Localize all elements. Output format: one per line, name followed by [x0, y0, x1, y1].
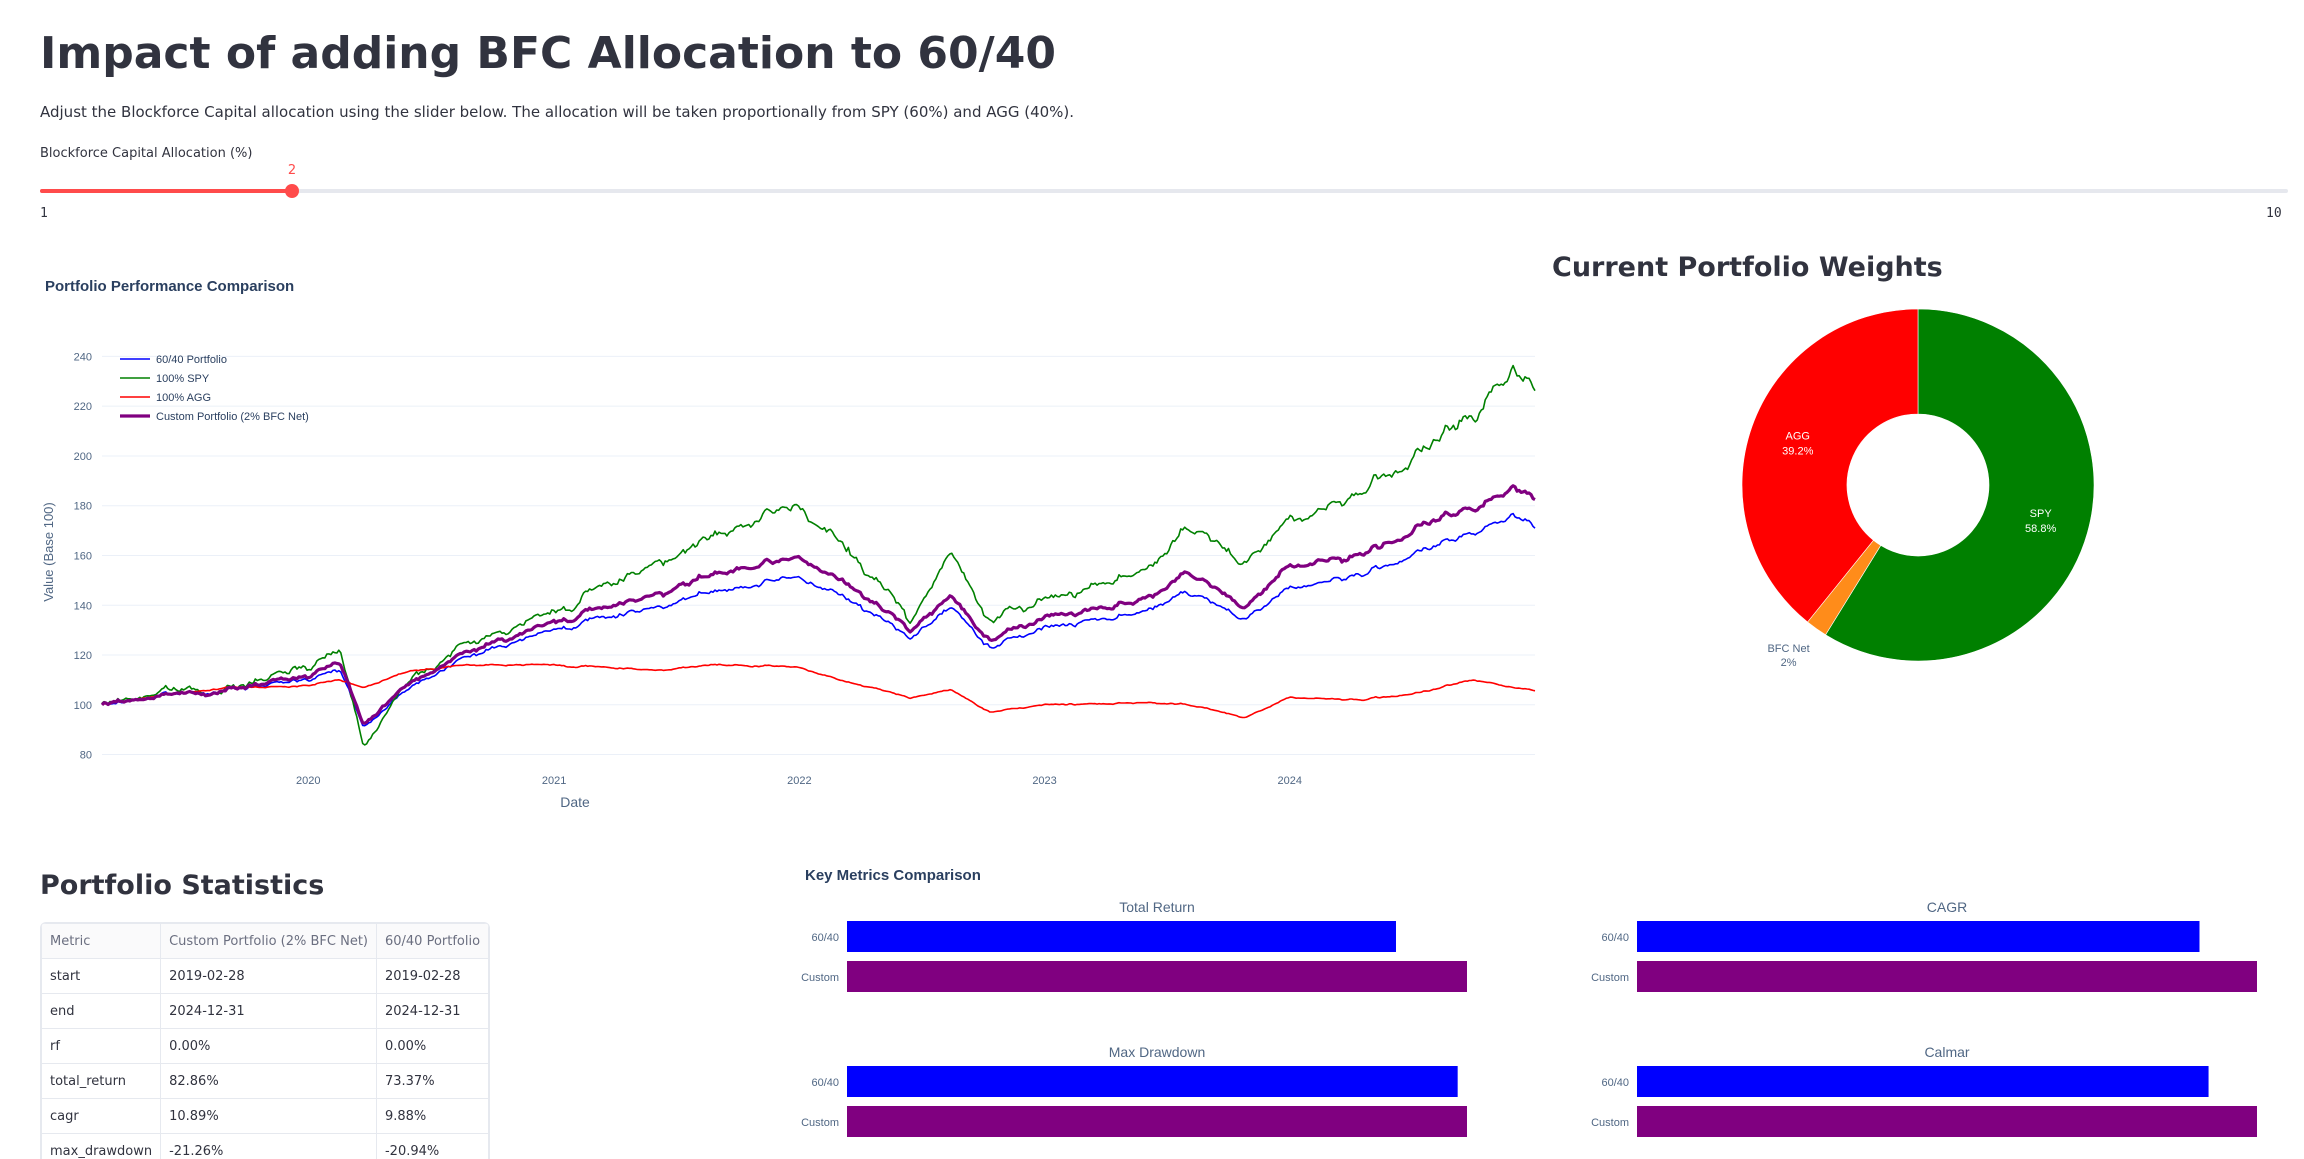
statistics-table-container: Metric Custom Portfolio (2% BFC Net) 60/…	[40, 922, 491, 1159]
series-line[interactable]	[101, 512, 1536, 727]
metric-bar[interactable]	[847, 921, 1396, 952]
metric-panel-title: CAGR	[1927, 899, 1967, 915]
x-tick-label: 2021	[542, 775, 566, 787]
metric-bar[interactable]	[847, 1066, 1458, 1097]
metric-category-label: 60/40	[1601, 932, 1629, 944]
table-cell[interactable]: 0.00%	[375, 1028, 490, 1064]
x-tick-label: 2022	[787, 775, 811, 787]
table-cell[interactable]: 2024-12-31	[160, 993, 377, 1029]
slider-thumb[interactable]	[285, 184, 299, 198]
table-row: start 2019-02-28 2019-02-28	[41, 958, 490, 994]
key-metrics-chart[interactable]: Key Metrics Comparison Total Return 60/40…	[790, 856, 2290, 1159]
metrics-chart-title: Key Metrics Comparison	[805, 867, 981, 884]
column-header[interactable]: Custom Portfolio (2% BFC Net)	[160, 923, 377, 959]
slice-percent: 58.8%	[2025, 523, 2056, 535]
table-cell[interactable]: 82.86%	[160, 1063, 377, 1099]
y-tick-label: 240	[74, 351, 92, 363]
slider-label: Blockforce Capital Allocation (%)	[40, 146, 253, 161]
table-cell[interactable]: 2019-02-28	[160, 958, 377, 994]
x-tick-label: 2020	[296, 775, 320, 787]
slice-label: SPY	[2030, 508, 2053, 520]
x-tick-label: 2024	[1278, 775, 1302, 787]
metric-panel-title: Max Drawdown	[1109, 1044, 1205, 1060]
metric-panel-title: Calmar	[1924, 1044, 1969, 1060]
metric-bar[interactable]	[847, 1106, 1467, 1137]
slice-percent: 39.2%	[1782, 446, 1813, 458]
table-cell[interactable]: start	[41, 958, 162, 994]
series-line[interactable]	[100, 484, 1536, 725]
metric-bar[interactable]	[1637, 921, 2200, 952]
x-tick-label: 2023	[1032, 775, 1056, 787]
slice-percent: 2%	[1781, 657, 1797, 669]
table-cell[interactable]: 73.37%	[375, 1063, 490, 1099]
y-tick-label: 120	[74, 650, 92, 662]
slider-fill	[40, 189, 292, 193]
slider-max-label: 10	[2266, 206, 2282, 221]
y-tick-label: 180	[74, 501, 92, 513]
table-row: cagr 10.89% 9.88%	[41, 1098, 490, 1134]
table-row: max_drawdown -21.26% -20.94%	[41, 1133, 490, 1159]
table-cell[interactable]: max_drawdown	[41, 1133, 162, 1159]
metric-category-label: Custom	[1591, 1117, 1629, 1129]
intro-text: Adjust the Blockforce Capital allocation…	[40, 103, 1075, 121]
y-tick-label: 200	[74, 451, 92, 463]
table-cell[interactable]: end	[41, 993, 162, 1029]
column-header[interactable]: 60/40 Portfolio	[375, 923, 490, 959]
table-cell[interactable]: 9.88%	[375, 1098, 490, 1134]
metric-category-label: Custom	[801, 972, 839, 984]
metric-bar[interactable]	[847, 961, 1467, 992]
metric-category-label: Custom	[1591, 972, 1629, 984]
y-tick-label: 220	[74, 401, 92, 413]
table-cell[interactable]: total_return	[41, 1063, 162, 1099]
metric-category-label: Custom	[801, 1117, 839, 1129]
statistics-title: Portfolio Statistics	[40, 870, 325, 901]
slider-min-label: 1	[40, 206, 48, 221]
y-tick-label: 100	[74, 700, 92, 712]
table-row: total_return 82.86% 73.37%	[41, 1063, 490, 1099]
column-header[interactable]: Metric	[41, 923, 162, 959]
slice-label: BFC Net	[1767, 643, 1809, 655]
table-cell[interactable]: rf	[41, 1028, 162, 1064]
table-row: end 2024-12-31 2024-12-31	[41, 993, 490, 1029]
legend-label[interactable]: 100% AGG	[156, 392, 211, 404]
table-header-row: Metric Custom Portfolio (2% BFC Net) 60/…	[41, 923, 490, 959]
weights-title: Current Portfolio Weights	[1552, 252, 1943, 283]
metric-category-label: 60/40	[1601, 1077, 1629, 1089]
legend-label[interactable]: Custom Portfolio (2% BFC Net)	[156, 411, 309, 423]
table-cell[interactable]: 2019-02-28	[375, 958, 490, 994]
metric-panel-title: Total Return	[1119, 899, 1194, 915]
metric-bar[interactable]	[1637, 961, 2257, 992]
table-cell[interactable]: 10.89%	[160, 1098, 377, 1134]
x-axis-title: Date	[560, 794, 590, 810]
y-axis-title: Value (Base 100)	[41, 502, 56, 602]
table-cell[interactable]: 2024-12-31	[375, 993, 490, 1029]
performance-chart-title: Portfolio Performance Comparison	[45, 278, 294, 295]
allocation-slider[interactable]: 2	[40, 163, 2288, 198]
metric-category-label: 60/40	[811, 932, 839, 944]
slice-label: AGG	[1786, 431, 1810, 443]
performance-chart[interactable]: Portfolio Performance Comparison 80 100 12…	[40, 262, 1540, 822]
slider-value: 2	[287, 163, 297, 178]
weights-pie-chart[interactable]: SPY 58.8% BFC Net 2% AGG 39.2%	[1740, 295, 2140, 675]
page-title: Impact of adding BFC Allocation to 60/40	[40, 28, 1056, 79]
legend-label[interactable]: 100% SPY	[156, 373, 210, 385]
table-cell[interactable]: -21.26%	[160, 1133, 377, 1159]
y-tick-label: 160	[74, 550, 92, 562]
table-cell[interactable]: 0.00%	[160, 1028, 377, 1064]
table-row: rf 0.00% 0.00%	[41, 1028, 490, 1064]
y-tick-label: 80	[80, 750, 92, 762]
metric-bar[interactable]	[1637, 1066, 2209, 1097]
table-cell[interactable]: -20.94%	[375, 1133, 490, 1159]
metric-bar[interactable]	[1637, 1106, 2257, 1137]
metric-category-label: 60/40	[811, 1077, 839, 1089]
table-cell[interactable]: cagr	[41, 1098, 162, 1134]
legend-label[interactable]: 60/40 Portfolio	[156, 354, 227, 366]
statistics-table: Metric Custom Portfolio (2% BFC Net) 60/…	[41, 923, 490, 1159]
y-tick-label: 140	[74, 600, 92, 612]
